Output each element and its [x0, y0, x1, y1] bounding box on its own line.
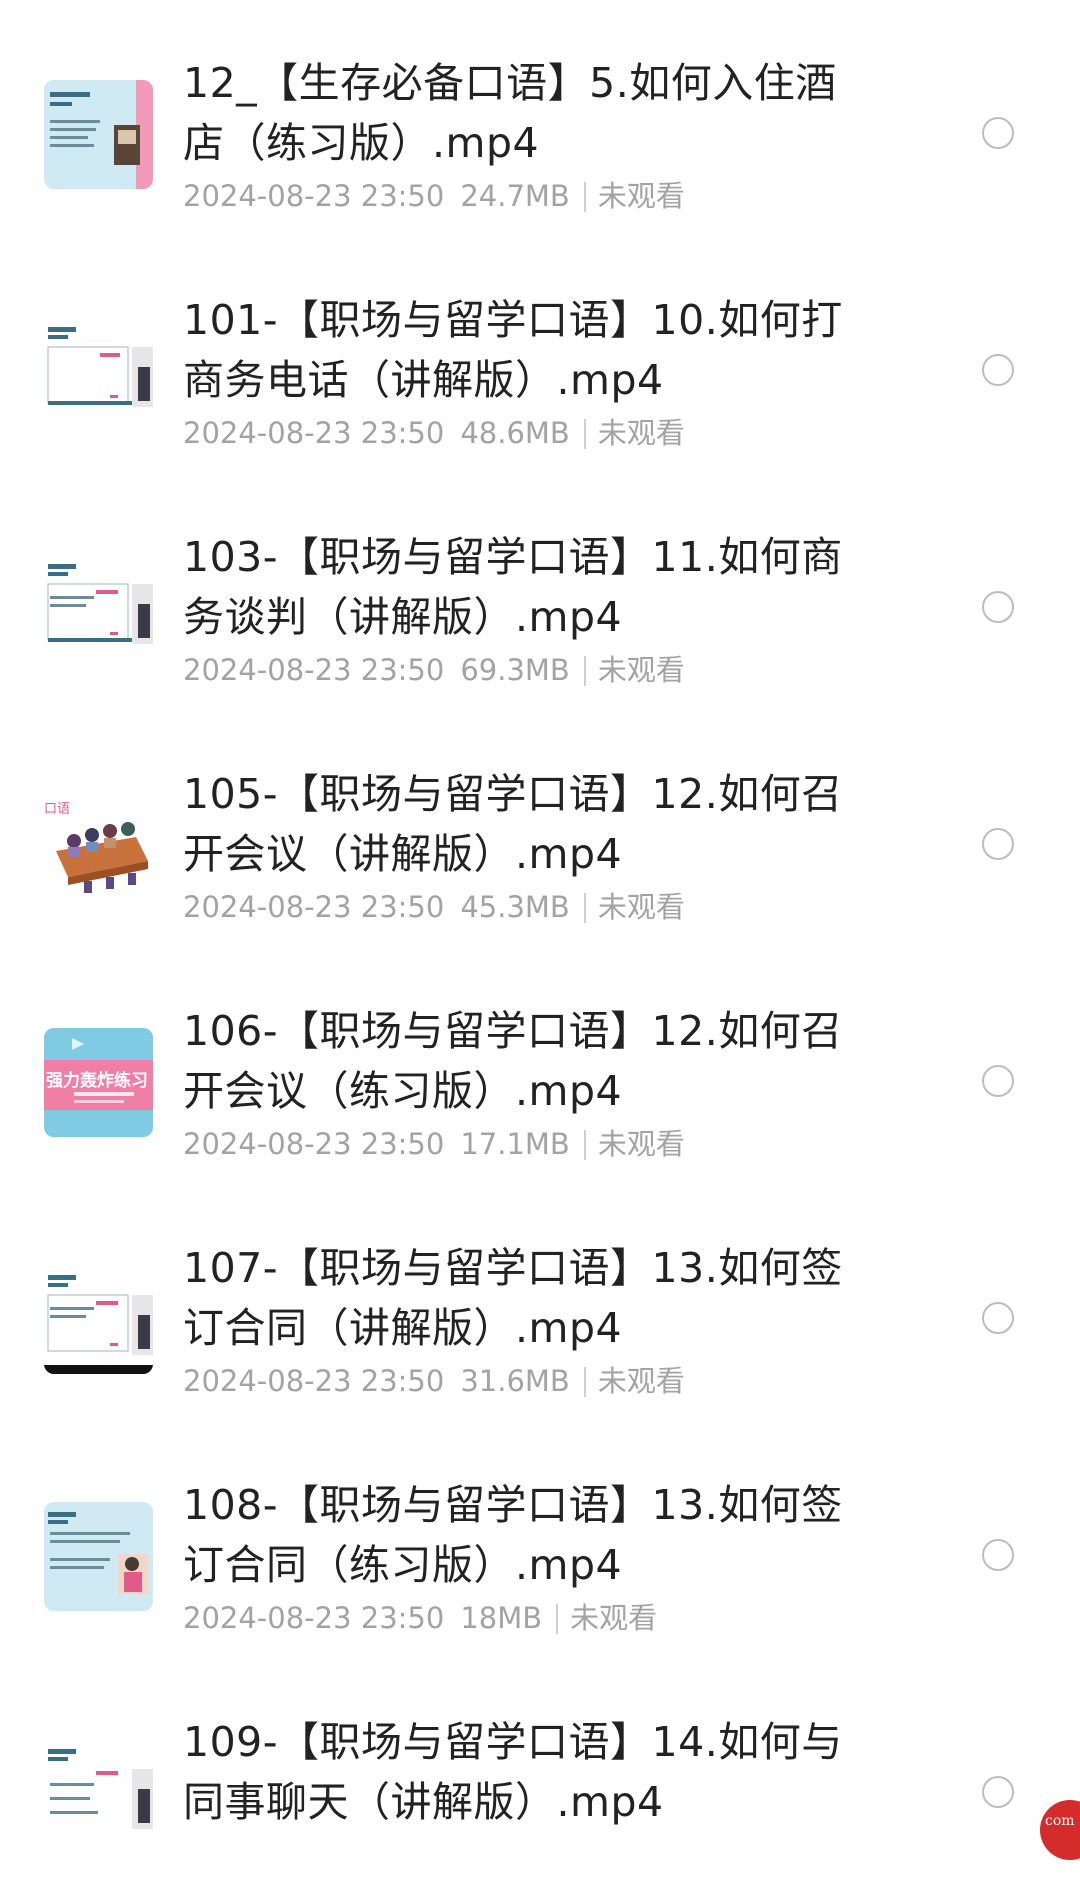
video-thumbnail[interactable]: 强力轰炸练习 — [44, 1028, 153, 1137]
file-row[interactable]: 108-【职场与留学口语】13.如何签订合同（练习版）.mp4 2024-08-… — [0, 1422, 1080, 1659]
video-thumbnail[interactable] — [44, 1502, 153, 1611]
file-date: 2024-08-23 23:50 — [183, 653, 445, 687]
file-row[interactable]: 107-【职场与留学口语】13.如何签订合同（讲解版）.mp4 2024-08-… — [0, 1185, 1080, 1422]
file-meta: 2024-08-23 23:50 31.6MB 未观看 — [183, 1363, 685, 1399]
file-size: 48.6MB — [460, 416, 570, 450]
file-date: 2024-08-23 23:50 — [183, 1601, 445, 1635]
watch-status: 未观看 — [597, 1364, 685, 1398]
file-meta: 2024-08-23 23:50 18MB 未观看 — [183, 1600, 657, 1636]
thumb-label: 强力轰炸练习 — [46, 1070, 148, 1091]
watch-status: 未观看 — [597, 179, 685, 213]
video-thumbnail[interactable] — [44, 554, 153, 663]
file-size: 45.3MB — [460, 890, 570, 924]
file-size: 24.7MB — [460, 179, 570, 213]
select-radio[interactable] — [982, 1776, 1014, 1808]
divider — [583, 1367, 586, 1397]
file-title[interactable]: 101-【职场与留学口语】10.如何打商务电话（讲解版）.mp4 — [183, 290, 843, 410]
divider — [583, 419, 586, 449]
file-row[interactable]: 强力轰炸练习 106-【职场与留学口语】12.如何召开会议（练习版）.mp4 2… — [0, 948, 1080, 1185]
divider — [583, 656, 586, 686]
file-title[interactable]: 12_【生存必备口语】5.如何入住酒店（练习版）.mp4 — [183, 53, 843, 173]
file-date: 2024-08-23 23:50 — [183, 1364, 445, 1398]
select-radio[interactable] — [982, 828, 1014, 860]
divider — [583, 182, 586, 212]
file-date: 2024-08-23 23:50 — [183, 890, 445, 924]
file-title[interactable]: 105-【职场与留学口语】12.如何召开会议（讲解版）.mp4 — [183, 764, 843, 884]
select-radio[interactable] — [982, 117, 1014, 149]
file-size: 31.6MB — [460, 1364, 570, 1398]
watch-status: 未观看 — [597, 1127, 685, 1161]
divider — [583, 893, 586, 923]
file-row[interactable]: 101-【职场与留学口语】10.如何打商务电话（讲解版）.mp4 2024-08… — [0, 237, 1080, 474]
video-thumbnail[interactable] — [44, 1265, 153, 1374]
watch-status: 未观看 — [597, 653, 685, 687]
select-radio[interactable] — [982, 1539, 1014, 1571]
divider — [583, 1130, 586, 1160]
file-meta: 2024-08-23 23:50 69.3MB 未观看 — [183, 652, 685, 688]
watch-status: 未观看 — [597, 890, 685, 924]
select-radio[interactable] — [982, 1302, 1014, 1334]
file-date: 2024-08-23 23:50 — [183, 1127, 445, 1161]
video-thumbnail[interactable] — [44, 317, 153, 426]
video-thumbnail[interactable]: 口语 — [44, 791, 153, 900]
file-meta: 2024-08-23 23:50 48.6MB 未观看 — [183, 415, 685, 451]
select-radio[interactable] — [982, 1065, 1014, 1097]
file-size: 17.1MB — [460, 1127, 570, 1161]
thumb-label: 口语 — [44, 802, 70, 817]
file-row[interactable]: 103-【职场与留学口语】11.如何商务谈判（讲解版）.mp4 2024-08-… — [0, 474, 1080, 711]
file-meta: 2024-08-23 23:50 24.7MB 未观看 — [183, 178, 685, 214]
file-date: 2024-08-23 23:50 — [183, 179, 445, 213]
file-title[interactable]: 106-【职场与留学口语】12.如何召开会议（练习版）.mp4 — [183, 1001, 843, 1121]
watch-status: 未观看 — [597, 416, 685, 450]
select-radio[interactable] — [982, 354, 1014, 386]
watch-status: 未观看 — [570, 1601, 658, 1635]
file-date: 2024-08-23 23:50 — [183, 416, 445, 450]
file-row[interactable]: 口语 105-【职场与留学口语】12.如何召开会议（讲解版）.mp4 2024-… — [0, 711, 1080, 948]
file-row[interactable]: 109-【职场与留学口语】14.如何与同事聊天（讲解版）.mp4 — [0, 1659, 1080, 1896]
select-radio[interactable] — [982, 591, 1014, 623]
divider — [556, 1604, 559, 1634]
file-size: 18MB — [460, 1601, 543, 1635]
file-row[interactable]: 12_【生存必备口语】5.如何入住酒店（练习版）.mp4 2024-08-23 … — [0, 0, 1080, 237]
file-title[interactable]: 108-【职场与留学口语】13.如何签订合同（练习版）.mp4 — [183, 1475, 843, 1595]
file-title[interactable]: 107-【职场与留学口语】13.如何签订合同（讲解版）.mp4 — [183, 1238, 843, 1358]
video-thumbnail[interactable] — [44, 80, 153, 189]
file-title[interactable]: 103-【职场与留学口语】11.如何商务谈判（讲解版）.mp4 — [183, 527, 843, 647]
file-meta: 2024-08-23 23:50 17.1MB 未观看 — [183, 1126, 685, 1162]
file-meta: 2024-08-23 23:50 45.3MB 未观看 — [183, 889, 685, 925]
file-size: 69.3MB — [460, 653, 570, 687]
file-title[interactable]: 109-【职场与留学口语】14.如何与同事聊天（讲解版）.mp4 — [183, 1712, 843, 1832]
